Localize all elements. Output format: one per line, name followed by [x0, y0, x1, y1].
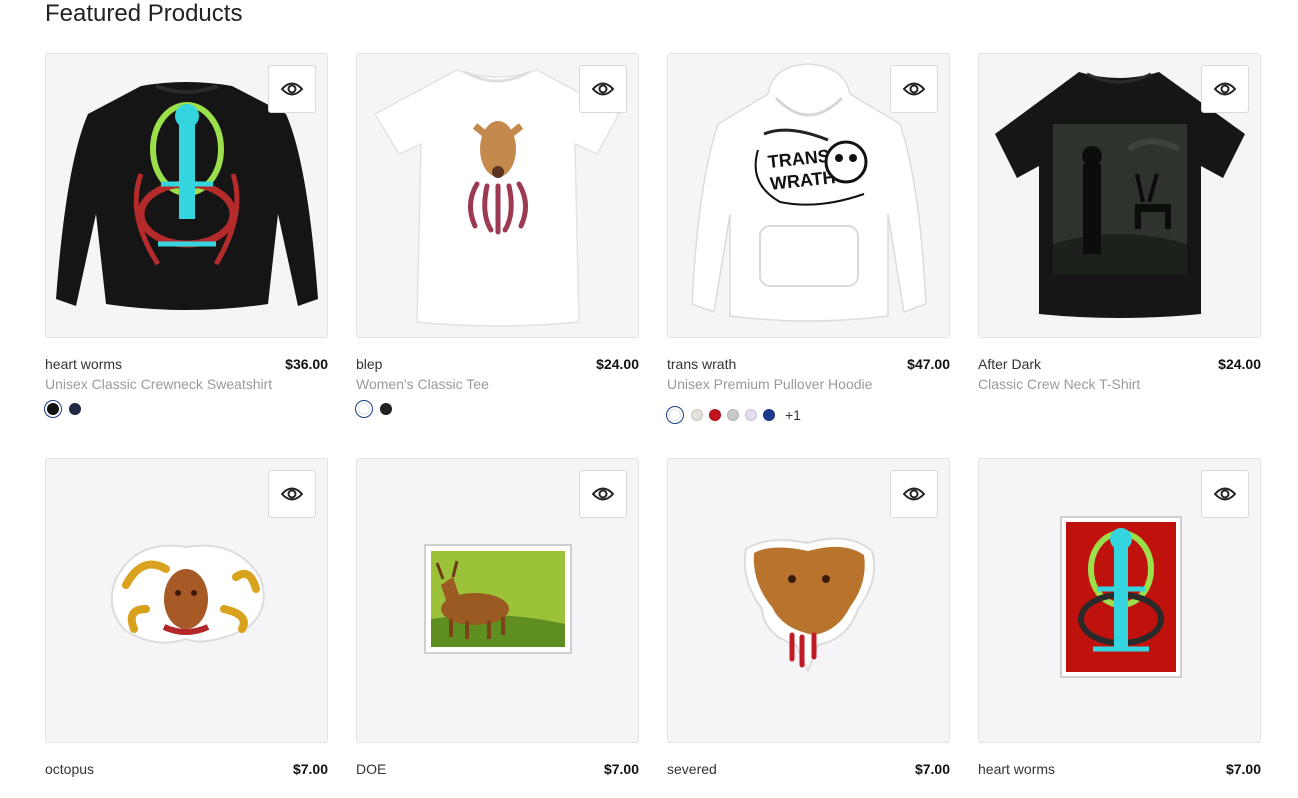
quick-view-button[interactable]	[579, 65, 627, 113]
color-swatch[interactable]	[669, 409, 681, 421]
quick-view-button[interactable]	[579, 470, 627, 518]
product-image[interactable]	[45, 458, 328, 743]
product-type: Classic Crew Neck T-Shirt	[978, 376, 1141, 392]
product-image[interactable]	[356, 53, 639, 338]
product-image[interactable]	[356, 458, 639, 743]
quick-view-button[interactable]	[1201, 470, 1249, 518]
product-price: $24.00	[596, 356, 639, 372]
product-grid: heart worms $36.00 Unisex Classic Crewne…	[45, 53, 1261, 798]
color-swatch[interactable]	[380, 403, 392, 415]
color-swatch[interactable]	[727, 409, 739, 421]
product-name[interactable]: After Dark	[978, 355, 1041, 373]
product-card[interactable]: severed $7.00	[667, 458, 950, 798]
product-card[interactable]: heart worms $36.00 Unisex Classic Crewne…	[45, 53, 328, 458]
product-name[interactable]: trans wrath	[667, 355, 736, 373]
section-title: Featured Products	[45, 0, 243, 27]
product-price: $7.00	[914, 761, 950, 777]
eye-icon	[903, 487, 925, 501]
product-image[interactable]: TRANS WRATH	[667, 53, 950, 338]
quick-view-button[interactable]	[268, 65, 316, 113]
product-card[interactable]: After Dark $24.00 Classic Crew Neck T-Sh…	[978, 53, 1261, 458]
product-name[interactable]: DOE	[356, 760, 386, 778]
product-name[interactable]: blep	[356, 355, 382, 373]
product-price: $24.00	[1218, 356, 1261, 372]
product-info: After Dark $24.00	[978, 355, 1261, 373]
product-type: Unisex Classic Crewneck Sweatshirt	[45, 376, 273, 392]
product-info: heart worms $36.00	[45, 355, 328, 373]
product-info: DOE $7.00	[356, 760, 639, 778]
product-card[interactable]: blep $24.00 Women's Classic Tee	[356, 53, 639, 458]
eye-icon	[281, 82, 303, 96]
color-swatch[interactable]	[709, 409, 721, 421]
product-name[interactable]: heart worms	[978, 760, 1055, 778]
product-type: Women's Classic Tee	[356, 376, 489, 392]
product-name[interactable]: octopus	[45, 760, 94, 778]
product-price: $47.00	[907, 356, 950, 372]
eye-icon	[281, 487, 303, 501]
quick-view-button[interactable]	[890, 65, 938, 113]
product-info: blep $24.00	[356, 355, 639, 373]
eye-icon	[592, 487, 614, 501]
more-colors-count[interactable]: +1	[785, 407, 801, 423]
product-info: heart worms $7.00	[978, 760, 1261, 778]
color-swatch[interactable]	[763, 409, 775, 421]
product-price: $7.00	[603, 761, 639, 777]
product-image[interactable]	[667, 458, 950, 743]
product-card[interactable]: heart worms $7.00	[978, 458, 1261, 798]
product-price: $7.00	[1225, 761, 1261, 777]
product-card[interactable]: octopus $7.00	[45, 458, 328, 798]
quick-view-button[interactable]	[890, 470, 938, 518]
product-info: octopus $7.00	[45, 760, 328, 778]
product-info: trans wrath $47.00	[667, 355, 950, 373]
product-name[interactable]: heart worms	[45, 355, 122, 373]
eye-icon	[903, 82, 925, 96]
eye-icon	[1214, 487, 1236, 501]
product-card[interactable]: TRANS WRATH trans wrath $47.00 Unisex Pr…	[667, 53, 950, 458]
product-price: $36.00	[285, 356, 328, 372]
product-card[interactable]: DOE $7.00	[356, 458, 639, 798]
product-image[interactable]	[978, 53, 1261, 338]
product-image[interactable]	[978, 458, 1261, 743]
quick-view-button[interactable]	[1201, 65, 1249, 113]
eye-icon	[592, 82, 614, 96]
color-swatch[interactable]	[745, 409, 757, 421]
eye-icon	[1214, 82, 1236, 96]
color-swatch[interactable]	[47, 403, 59, 415]
quick-view-button[interactable]	[268, 470, 316, 518]
color-swatch[interactable]	[358, 403, 370, 415]
product-image[interactable]	[45, 53, 328, 338]
color-swatch[interactable]	[691, 409, 703, 421]
product-type: Unisex Premium Pullover Hoodie	[667, 376, 873, 392]
product-price: $7.00	[292, 761, 328, 777]
product-info: severed $7.00	[667, 760, 950, 778]
color-swatch[interactable]	[69, 403, 81, 415]
color-swatches	[356, 400, 639, 418]
product-name[interactable]: severed	[667, 760, 717, 778]
color-swatches: +1	[667, 406, 950, 424]
color-swatches	[45, 400, 328, 418]
